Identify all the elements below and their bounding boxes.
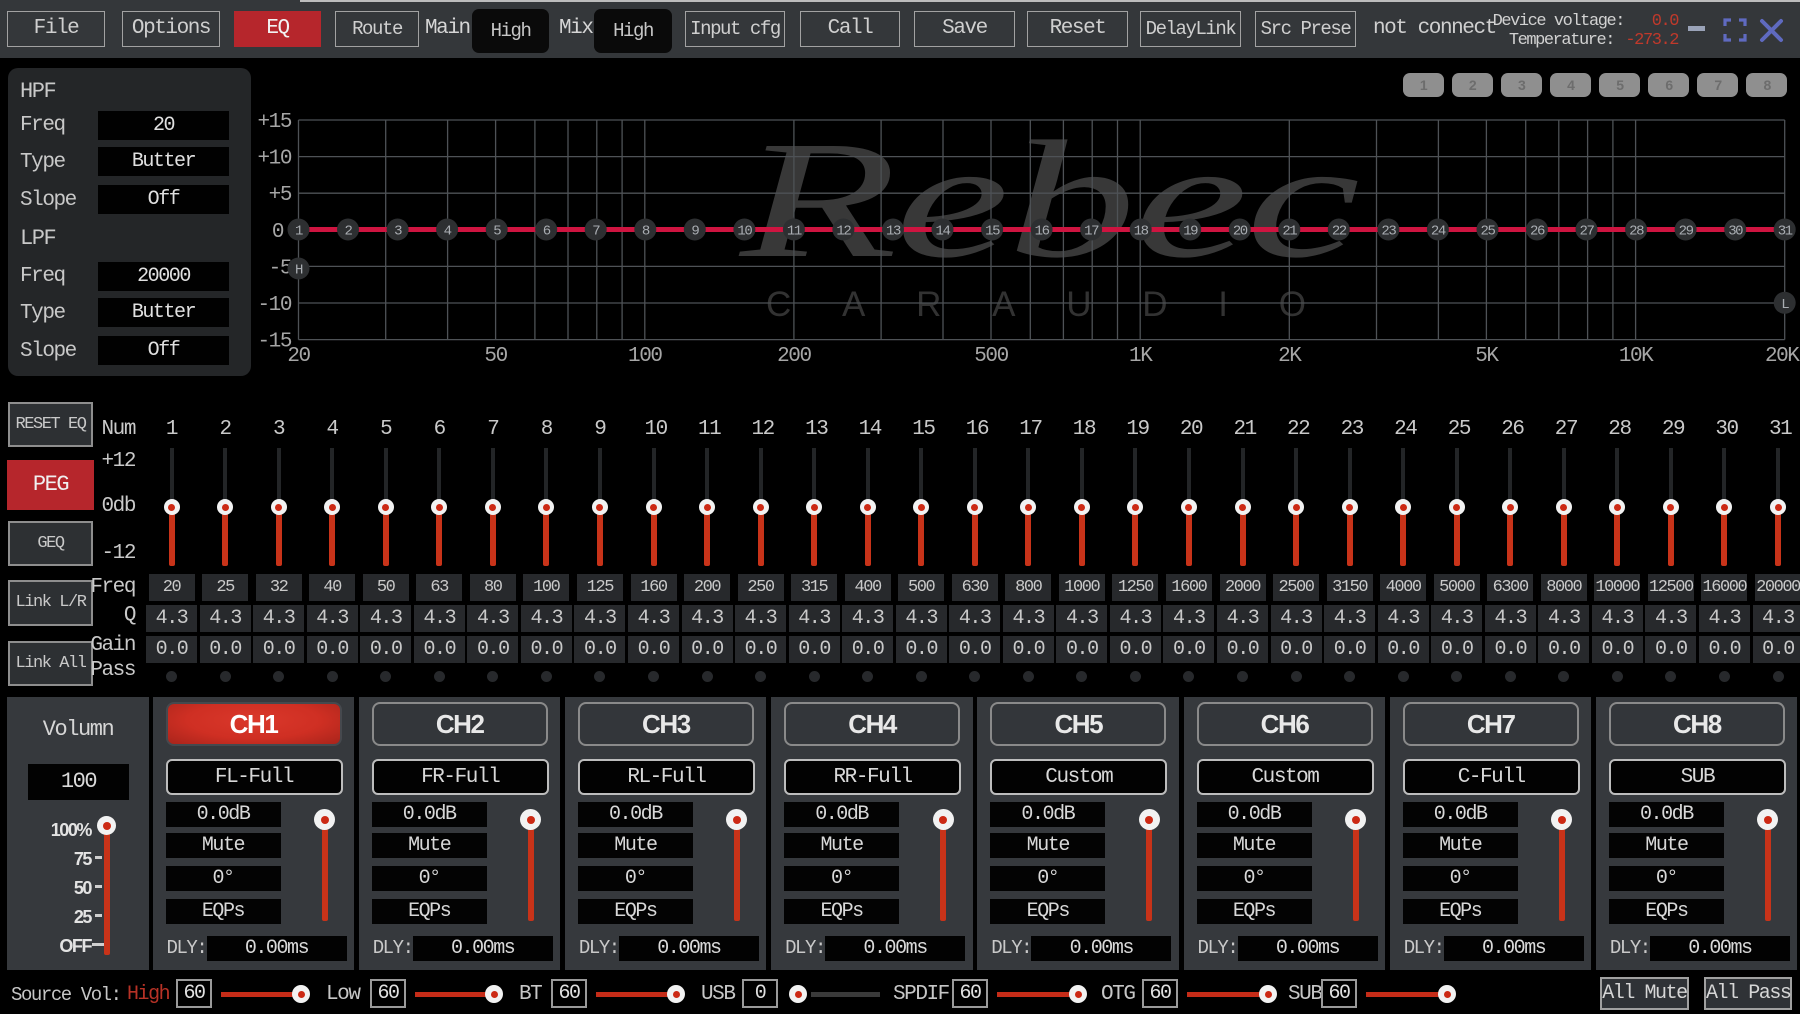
svg-text:6: 6 (543, 224, 551, 240)
svg-text:17: 17 (1084, 224, 1099, 240)
svg-text:H: H (295, 263, 303, 279)
svg-text:500: 500 (974, 345, 1008, 368)
svg-text:20: 20 (287, 345, 310, 368)
svg-text:+5: +5 (269, 184, 292, 207)
svg-text:26: 26 (1530, 224, 1545, 240)
svg-text:7: 7 (592, 224, 600, 240)
svg-text:10K: 10K (1619, 345, 1654, 368)
svg-text:15: 15 (985, 224, 1000, 240)
svg-text:4: 4 (444, 224, 452, 240)
svg-text:-10: -10 (258, 294, 292, 317)
svg-text:2: 2 (345, 224, 353, 240)
svg-text:10: 10 (737, 224, 752, 240)
svg-text:30: 30 (1728, 224, 1743, 240)
svg-text:5: 5 (493, 224, 501, 240)
svg-text:29: 29 (1679, 224, 1694, 240)
svg-text:3: 3 (394, 224, 402, 240)
svg-text:20: 20 (1233, 224, 1248, 240)
svg-text:24: 24 (1431, 224, 1446, 240)
svg-text:200: 200 (777, 345, 811, 368)
svg-text:100: 100 (628, 345, 662, 368)
svg-text:21: 21 (1282, 224, 1297, 240)
svg-text:18: 18 (1134, 224, 1149, 240)
svg-text:8: 8 (642, 224, 650, 240)
svg-text:13: 13 (886, 224, 901, 240)
svg-text:31: 31 (1778, 224, 1793, 240)
svg-text:20K: 20K (1765, 345, 1800, 368)
svg-text:50: 50 (484, 345, 507, 368)
svg-text:2K: 2K (1278, 345, 1302, 368)
svg-text:22: 22 (1332, 224, 1347, 240)
svg-text:19: 19 (1183, 224, 1198, 240)
svg-text:14: 14 (936, 224, 951, 240)
svg-text:28: 28 (1629, 224, 1644, 240)
svg-text:9: 9 (691, 224, 699, 240)
svg-text:11: 11 (787, 224, 802, 240)
svg-text:+10: +10 (258, 148, 292, 171)
svg-text:25: 25 (1481, 224, 1496, 240)
svg-text:1K: 1K (1129, 345, 1153, 368)
svg-text:+15: +15 (258, 111, 292, 134)
svg-text:23: 23 (1381, 224, 1396, 240)
svg-text:27: 27 (1580, 224, 1595, 240)
svg-text:5K: 5K (1475, 345, 1499, 368)
svg-text:Rebec: Rebec (738, 107, 1358, 293)
svg-text:L: L (1781, 297, 1789, 313)
svg-text:0: 0 (272, 221, 284, 244)
svg-text:16: 16 (1035, 224, 1050, 240)
svg-text:1: 1 (295, 224, 303, 240)
svg-text:12: 12 (836, 224, 851, 240)
